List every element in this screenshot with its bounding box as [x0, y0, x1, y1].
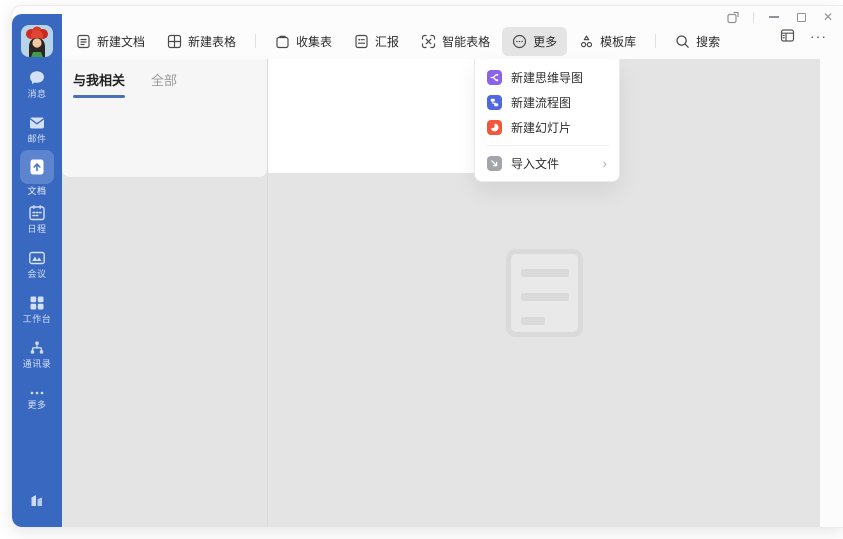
template-icon: [579, 34, 594, 49]
search-button[interactable]: 搜索: [665, 27, 730, 56]
smart-sheet-icon: [421, 34, 436, 49]
tab-related-to-me[interactable]: 与我相关: [73, 70, 125, 98]
template-library-label: 模板库: [600, 33, 636, 50]
smart-sheet-button[interactable]: 智能表格: [411, 27, 500, 56]
submenu-arrow-icon: ›: [603, 157, 607, 170]
slides-icon: [487, 120, 502, 135]
content-top-strip: [268, 59, 474, 173]
float-window-icon[interactable]: [726, 10, 740, 24]
menu-item-new-mindmap[interactable]: 新建思维导图: [475, 65, 619, 90]
document-placeholder-icon: [506, 249, 583, 337]
sidebar-item-label: 更多: [12, 400, 62, 411]
import-icon: [487, 156, 502, 171]
collect-form-icon: [275, 34, 290, 49]
search-icon: [675, 34, 690, 49]
ellipsis-icon: [28, 386, 46, 398]
flowchart-icon: [487, 95, 502, 110]
report-button[interactable]: 汇报: [344, 27, 409, 56]
sidebar-item-meetings[interactable]: 会议: [12, 249, 62, 280]
toolbar-divider: [255, 34, 256, 48]
collect-form-label: 收集表: [296, 33, 332, 50]
sidebar-item-more[interactable]: 更多: [12, 386, 62, 411]
new-sheet-label: 新建表格: [188, 33, 236, 50]
new-doc-icon: [76, 34, 91, 49]
sidebar-item-label: 邮件: [12, 134, 62, 145]
contacts-icon: [28, 339, 46, 357]
sidebar-item-contacts[interactable]: 通讯录: [12, 339, 62, 370]
sidebar-item-workbench[interactable]: 工作台: [12, 294, 62, 325]
close-button[interactable]: ✕: [821, 10, 835, 24]
menu-item-label: 新建幻灯片: [511, 119, 571, 136]
report-label: 汇报: [375, 33, 399, 50]
mail-icon: [28, 114, 46, 132]
sidebar-item-docs[interactable]: 文档: [12, 150, 62, 197]
sidebar-item-label: 工作台: [12, 314, 62, 325]
doc-icon: [28, 158, 46, 176]
collect-form-button[interactable]: 收集表: [265, 27, 342, 56]
menu-item-new-flowchart[interactable]: 新建流程图: [475, 90, 619, 115]
more-dropdown-menu: 新建思维导图 新建流程图 新建幻灯片 导入文件 ›: [474, 59, 620, 182]
toolbar: 新建文档 新建表格 收集表 汇报 智能表格 更多: [66, 25, 730, 57]
new-sheet-button[interactable]: 新建表格: [157, 27, 246, 56]
toolbar-right: ···: [780, 28, 827, 43]
active-item-tile: [20, 150, 54, 184]
sidebar-item-label: 日程: [12, 224, 62, 235]
menu-item-label: 导入文件: [511, 155, 559, 172]
board-view-icon[interactable]: [780, 28, 795, 43]
sidebar-item-label: 文档: [12, 186, 62, 197]
smart-sheet-label: 智能表格: [442, 33, 490, 50]
tab-label: 全部: [151, 73, 177, 88]
search-label: 搜索: [696, 33, 720, 50]
avatar[interactable]: [21, 25, 53, 57]
sidebar-footer[interactable]: [12, 490, 62, 515]
template-library-button[interactable]: 模板库: [569, 27, 646, 56]
active-tab-underline: [73, 95, 125, 98]
app-sidebar: 消息 邮件 文档 日程 会议 工作台: [12, 14, 62, 527]
toolbar-divider: [655, 34, 656, 48]
calendar-icon: [28, 204, 46, 222]
more-dots-icon[interactable]: ···: [810, 31, 827, 41]
menu-item-label: 新建思维导图: [511, 69, 583, 86]
sidebar-item-label: 通讯录: [12, 359, 62, 370]
menu-item-new-slides[interactable]: 新建幻灯片: [475, 115, 619, 140]
sidebar-item-label: 会议: [12, 269, 62, 280]
more-circle-icon: [512, 34, 527, 49]
new-sheet-icon: [167, 34, 182, 49]
more-button[interactable]: 更多: [502, 27, 567, 56]
app-window: ✕ 新建文档 新建表格 收集表 汇报 智能表格: [11, 5, 843, 528]
sidebar-item-calendar[interactable]: 日程: [12, 204, 62, 235]
workbench-icon: [28, 294, 46, 312]
panel-divider: [267, 59, 268, 527]
meeting-icon: [28, 249, 46, 267]
tab-bar: 与我相关 全部: [62, 59, 267, 98]
tab-label: 与我相关: [73, 73, 125, 88]
sidebar-item-messages[interactable]: 消息: [12, 69, 62, 100]
report-icon: [354, 34, 369, 49]
desktop: ✕ 新建文档 新建表格 收集表 汇报 智能表格: [0, 0, 843, 539]
chat-icon: [28, 69, 46, 87]
sidebar-item-label: 消息: [12, 89, 62, 100]
mindmap-icon: [487, 70, 502, 85]
menu-item-label: 新建流程图: [511, 94, 571, 111]
window-controls: ✕: [726, 9, 835, 25]
new-doc-label: 新建文档: [97, 33, 145, 50]
menu-divider: [485, 145, 609, 146]
doc-list-panel: 与我相关 全部: [62, 59, 267, 177]
sidebar-item-mail[interactable]: 邮件: [12, 114, 62, 145]
menu-item-import-file[interactable]: 导入文件 ›: [475, 151, 619, 176]
new-doc-button[interactable]: 新建文档: [66, 27, 155, 56]
tab-all[interactable]: 全部: [151, 70, 177, 98]
more-label: 更多: [533, 33, 557, 50]
maximize-button[interactable]: [794, 10, 808, 24]
minimize-button[interactable]: [767, 10, 781, 24]
company-icon: [27, 490, 47, 510]
controls-divider: [753, 12, 754, 23]
